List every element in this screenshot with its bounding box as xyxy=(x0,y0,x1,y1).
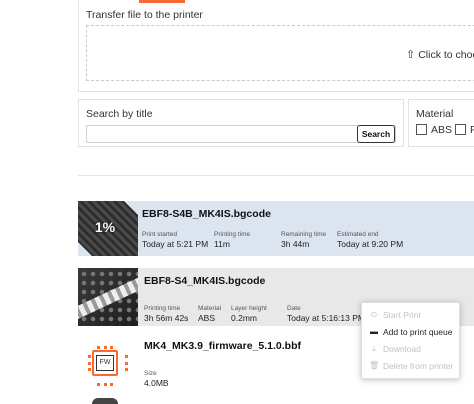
material-abs-label: ABS xyxy=(431,124,453,136)
file-context-menu: ⊙ Start Print ▬ Add to print queue ⤓ Downlo… xyxy=(361,302,460,379)
meta-size: Size 4.0MB xyxy=(144,369,169,389)
file-name: EBF8-S4_MK4IS.bgcode xyxy=(144,275,266,287)
start-print-icon: ⊙ xyxy=(370,310,378,319)
meta-value: 0.2mm xyxy=(231,313,257,323)
choose-file-label: Click to choose xyxy=(418,49,474,61)
meta-key: Remaining time xyxy=(281,231,327,238)
meta-printing-time: Printing time 11m xyxy=(214,230,250,250)
add-queue-icon: ▬ xyxy=(370,327,378,336)
menu-item-add-to-queue[interactable]: ▬ Add to print queue xyxy=(369,325,452,339)
transfer-title: Transfer file to the printer xyxy=(86,9,203,21)
meta-layer-height: Layer height 0.2mm xyxy=(231,304,267,324)
meta-remaining-time: Remaining time 3h 44m xyxy=(281,230,326,250)
meta-key: Date xyxy=(287,305,301,312)
meta-material: Material ABS xyxy=(198,304,221,324)
material-filter: Material ABS F xyxy=(408,99,474,147)
firmware-label: FW xyxy=(96,355,114,371)
meta-value: 11m xyxy=(214,239,230,249)
search-button[interactable]: Search xyxy=(357,125,395,143)
meta-date: Date Today at 5:16:13 PM xyxy=(287,304,365,324)
meta-value: 3h 56m 42s xyxy=(144,313,189,323)
meta-value: Today at 5:21 PM xyxy=(142,239,209,249)
meta-estimated-end: Estimated end Today at 9:20 PM xyxy=(337,230,403,250)
meta-value: Today at 9:20 PM xyxy=(337,239,404,249)
print-thumbnail: 1% xyxy=(78,201,138,256)
file-row-printing[interactable]: 1% EBF8-S4B_MK4IS.bgcode Print started T… xyxy=(78,201,474,256)
meta-key: Size xyxy=(144,370,157,377)
file-name: MK4_MK3.9_firmware_5.1.0.bbf xyxy=(144,340,301,352)
section-divider xyxy=(78,175,474,176)
material-label: Material xyxy=(416,108,454,120)
file-drop-zone[interactable]: ⇧Click to choose xyxy=(86,25,474,81)
search-input[interactable] xyxy=(86,125,396,143)
material-f-label: F xyxy=(470,124,474,136)
choose-file-link[interactable]: ⇧Click to choose xyxy=(406,48,474,61)
meta-key: Printing time xyxy=(214,231,251,238)
chip-icon: FW xyxy=(88,346,128,386)
meta-value: ABS xyxy=(198,313,216,323)
meta-key: Print started xyxy=(142,231,178,238)
meta-key: Layer height xyxy=(231,305,267,312)
meta-key: Material xyxy=(198,305,222,312)
meta-value: 4.0MB xyxy=(144,378,169,388)
trash-icon: 🗑 xyxy=(369,361,380,370)
search-label: Search by title xyxy=(86,108,153,120)
search-panel: Search by title Search xyxy=(78,99,404,147)
menu-item-delete[interactable]: 🗑 Delete from printer xyxy=(369,359,453,373)
menu-item-label: Delete from printer xyxy=(383,361,454,371)
upload-arrow-icon: ⇧ xyxy=(406,49,416,61)
material-abs-checkbox[interactable] xyxy=(416,124,427,135)
transfer-panel: Transfer file to the printer ⇧ Click to c… xyxy=(78,0,474,92)
menu-item-label: Download xyxy=(383,344,421,354)
meta-key: Estimated end xyxy=(337,231,379,238)
menu-item-start-print[interactable]: ⊙ Start Print xyxy=(369,308,421,322)
progress-label: 1% xyxy=(94,219,116,235)
material-f-checkbox[interactable] xyxy=(455,124,466,135)
download-icon: ⤓ xyxy=(372,344,376,353)
menu-item-download[interactable]: ⤓ Download xyxy=(369,342,421,356)
meta-key: Printing time xyxy=(144,305,181,312)
next-row-thumbnail xyxy=(92,398,118,404)
meta-print-started: Print started Today at 5:21 PM xyxy=(142,230,208,250)
menu-item-label: Start Print xyxy=(383,310,421,320)
file-name: EBF8-S4B_MK4IS.bgcode xyxy=(142,208,271,220)
menu-item-label: Add to print queue xyxy=(383,327,453,337)
print-thumbnail xyxy=(78,268,138,326)
meta-printing-time: Printing time 3h 56m 42s xyxy=(144,304,188,324)
firmware-thumbnail: FW xyxy=(78,335,138,395)
meta-value: 3h 44m xyxy=(281,239,310,249)
meta-value: Today at 5:16:13 PM xyxy=(287,313,365,323)
